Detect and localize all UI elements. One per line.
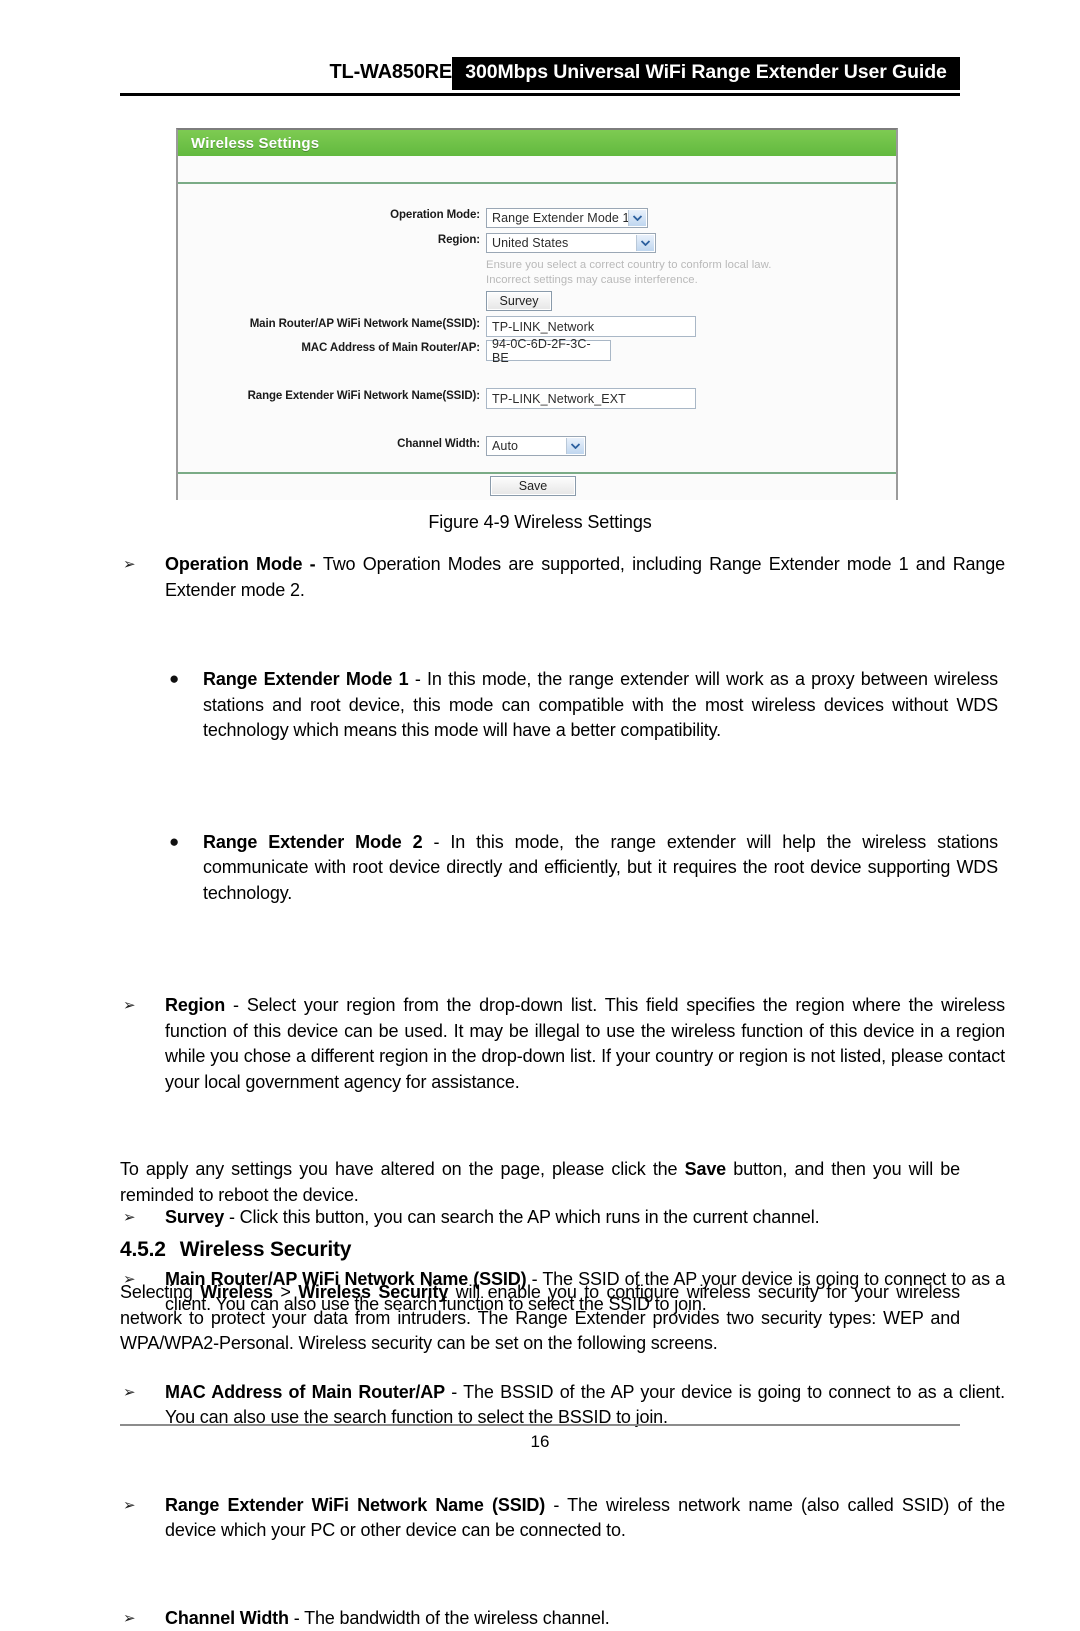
page-running-header: TL-WA850RE 300Mbps Universal WiFi Range … (120, 57, 960, 93)
region-select[interactable]: United States (486, 233, 656, 253)
footer-divider-rule (120, 1424, 960, 1426)
label-channel-width: Channel Width: (178, 438, 480, 450)
label-region: Region: (178, 234, 480, 246)
term-operation-mode: Operation Mode - (165, 554, 323, 574)
panel-titlebar: Wireless Settings (178, 130, 896, 156)
header-divider-rule (120, 93, 960, 96)
bullet-channel-width: ➢ Channel Width - The bandwidth of the w… (120, 1606, 1005, 1631)
arrow-bullet-icon: ➢ (123, 1493, 135, 1519)
term-survey: Survey (165, 1207, 224, 1227)
chevron-down-icon[interactable] (566, 438, 584, 454)
mac-address-input[interactable]: 94-0C-6D-2F-3C-BE (486, 340, 611, 361)
arrow-bullet-icon: ➢ (123, 552, 135, 578)
dot-bullet-icon: ● (169, 829, 179, 855)
term-mac: MAC Address of Main Router/AP (165, 1382, 445, 1402)
region-hint-line-1: Ensure you select a correct country to c… (486, 258, 771, 273)
label-main-router-ssid: Main Router/AP WiFi Network Name(SSID): (178, 318, 480, 330)
sec-text-bold-wireless-security: Wireless Security (298, 1282, 448, 1302)
panel-title: Wireless Settings (191, 135, 319, 152)
bullet-operation-mode: ➢ Operation Mode - Two Operation Modes a… (120, 552, 1005, 603)
text-region: - Select your region from the drop-down … (165, 995, 1005, 1092)
term-channel-width: Channel Width (165, 1608, 289, 1628)
sec-text-bold-wireless: Wireless (200, 1282, 273, 1302)
apply-text-pre: To apply any settings you have altered o… (120, 1159, 685, 1179)
bullet-range-extender-mode-1: ● Range Extender Mode 1 - In this mode, … (165, 667, 998, 744)
region-hint-line-2: Incorrect settings may cause interferenc… (486, 273, 771, 288)
dot-bullet-icon: ● (169, 666, 179, 692)
channel-width-select[interactable]: Auto (486, 436, 586, 456)
paragraph-apply-settings: To apply any settings you have altered o… (120, 1157, 960, 1208)
region-value: United States (492, 236, 568, 250)
chevron-down-icon[interactable] (636, 235, 654, 251)
save-button[interactable]: Save (490, 476, 576, 496)
panel-subbar (178, 156, 896, 184)
section-title: Wireless Security (180, 1238, 352, 1261)
arrow-bullet-icon: ➢ (123, 1380, 135, 1406)
term-mode-1: Range Extender Mode 1 (203, 669, 408, 689)
label-operation-mode: Operation Mode: (178, 209, 480, 221)
paragraph-wireless-security-intro: Selecting Wireless > Wireless Security w… (120, 1280, 960, 1357)
arrow-bullet-icon: ➢ (123, 993, 135, 1019)
label-range-extender-ssid: Range Extender WiFi Network Name(SSID): (178, 390, 480, 402)
sec-text-pre: Selecting (120, 1282, 200, 1302)
bullet-range-extender-mode-2: ● Range Extender Mode 2 - In this mode, … (165, 830, 998, 907)
bullet-range-extender-ssid: ➢ Range Extender WiFi Network Name (SSID… (120, 1493, 1005, 1544)
bullet-survey: ➢ Survey - Click this button, you can se… (120, 1205, 1005, 1231)
bullet-mac-address: ➢ MAC Address of Main Router/AP - The BS… (120, 1380, 1005, 1431)
arrow-bullet-icon: ➢ (123, 1606, 135, 1631)
page-number: 16 (120, 1432, 960, 1452)
term-ext-ssid: Range Extender WiFi Network Name (SSID) (165, 1495, 545, 1515)
main-router-ssid-input[interactable]: TP-LINK_Network (486, 316, 696, 337)
text-survey: - Click this button, you can search the … (224, 1207, 819, 1227)
arrow-bullet-icon: ➢ (123, 1205, 135, 1231)
header-model-name: TL-WA850RE (330, 61, 452, 84)
term-region: Region (165, 995, 225, 1015)
section-heading-wireless-security: 4.5.2 Wireless Security (120, 1238, 960, 1262)
range-extender-ssid-input[interactable]: TP-LINK_Network_EXT (486, 388, 696, 409)
term-mode-2: Range Extender Mode 2 (203, 832, 422, 852)
chevron-down-icon[interactable] (628, 210, 646, 226)
survey-button[interactable]: Survey (486, 291, 552, 311)
panel-form-body: Operation Mode: Range Extender Mode 1 Re… (178, 184, 896, 472)
channel-width-value: Auto (492, 439, 518, 453)
panel-footer: Save (178, 472, 896, 500)
figure-wireless-settings-screenshot: Wireless Settings Operation Mode: Range … (176, 128, 898, 500)
operation-mode-select[interactable]: Range Extender Mode 1 (486, 208, 648, 228)
text-channel-width: - The bandwidth of the wireless channel. (289, 1608, 610, 1628)
section-number: 4.5.2 (120, 1238, 166, 1261)
figure-caption: Figure 4-9 Wireless Settings (120, 512, 960, 533)
operation-mode-value: Range Extender Mode 1 (492, 211, 630, 225)
header-title-banner: 300Mbps Universal WiFi Range Extender Us… (452, 57, 960, 90)
region-hint-text: Ensure you select a correct country to c… (486, 258, 771, 288)
bullet-region: ➢ Region - Select your region from the d… (120, 993, 1005, 1095)
sec-text-mid: > (273, 1282, 298, 1302)
apply-text-save: Save (685, 1159, 726, 1179)
label-mac-address: MAC Address of Main Router/AP: (178, 342, 480, 354)
